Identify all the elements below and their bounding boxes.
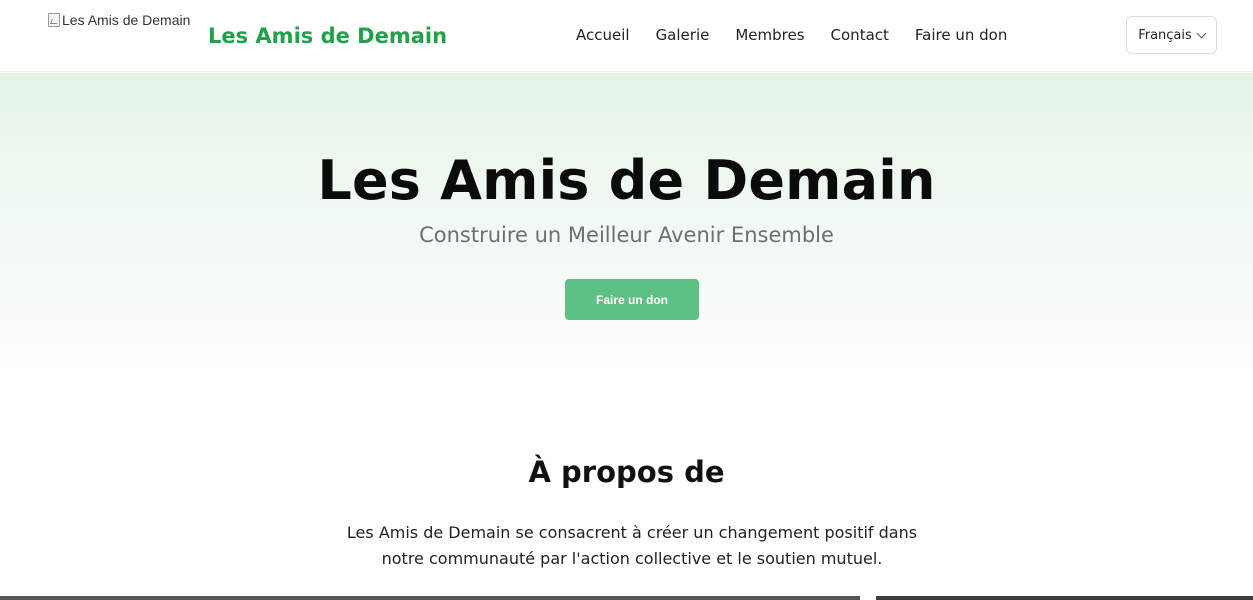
- nav-link-galerie[interactable]: Galerie: [656, 26, 710, 44]
- nav-link-membres[interactable]: Membres: [735, 26, 804, 44]
- about-text: Les Amis de Demain se consacrent à créer…: [346, 523, 918, 568]
- hero-section: Les Amis de Demain Construire un Meilleu…: [0, 73, 1253, 393]
- main-nav: Accueil Galerie Membres Contact Faire un…: [576, 26, 1007, 44]
- about-title: À propos de: [528, 455, 725, 489]
- gallery-preview-strip: [0, 596, 1253, 600]
- gallery-image-right: [876, 596, 1253, 600]
- hero-subtitle: Construire un Meilleur Avenir Ensemble: [419, 223, 834, 247]
- donate-button[interactable]: Faire un don: [565, 279, 699, 320]
- gallery-image-left: [0, 596, 860, 600]
- logo-alt-text: Les Amis de Demain: [62, 12, 191, 28]
- chevron-down-icon: [1196, 28, 1207, 38]
- language-select[interactable]: Français: [1126, 16, 1217, 54]
- hero-title: Les Amis de Demain: [317, 149, 936, 212]
- language-selected-value: Français: [1138, 27, 1192, 43]
- nav-link-faire-un-don[interactable]: Faire un don: [915, 26, 1007, 44]
- broken-image-icon: [48, 13, 60, 27]
- nav-link-contact[interactable]: Contact: [831, 26, 889, 44]
- nav-link-accueil[interactable]: Accueil: [576, 26, 630, 44]
- logo-image[interactable]: Les Amis de Demain: [48, 12, 198, 34]
- brand-name[interactable]: Les Amis de Demain: [208, 24, 447, 48]
- site-header: Les Amis de Demain Les Amis de Demain Ac…: [0, 0, 1253, 72]
